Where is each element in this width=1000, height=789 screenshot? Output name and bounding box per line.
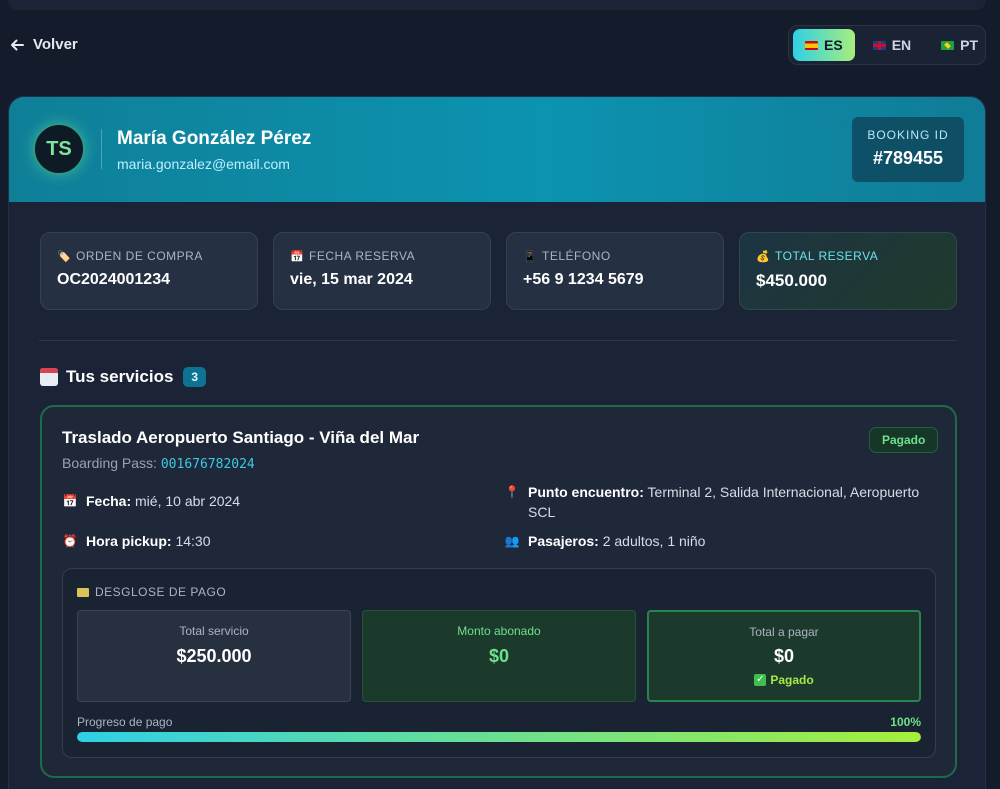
payment-breakdown-title: DESGLOSE DE PAGO xyxy=(95,585,227,599)
brazil-flag-icon xyxy=(941,40,955,50)
tag-icon: 🏷️ xyxy=(57,250,72,263)
calendar-icon: 📅 xyxy=(62,494,78,508)
amount-paid-box: Monto abonado $0 xyxy=(362,610,636,702)
service-meeting-text: Punto encuentro: Terminal 2, Salida Inte… xyxy=(528,482,924,522)
service-title: Traslado Aeropuerto Santiago - Viña del … xyxy=(62,428,420,447)
back-button[interactable]: Volver xyxy=(9,36,78,53)
booking-date-card: 📅 FECHA RESERVA vie, 15 mar 2024 xyxy=(273,232,491,310)
amount-paid-value: $0 xyxy=(488,646,510,666)
booking-card: TS María González Pérez maria.gonzalez@e… xyxy=(8,96,986,789)
purchase-order-value: OC2024001234 xyxy=(57,271,170,288)
payment-breakdown-heading: DESGLOSE DE PAGO xyxy=(77,585,226,599)
service-pickup-time: ⏰ Hora pickup: 14:30 xyxy=(62,531,462,551)
service-date: 📅 Fecha: mié, 10 abr 2024 xyxy=(62,491,462,511)
boarding-pass: Boarding Pass: 001676782024 xyxy=(62,455,255,472)
avatar: TS xyxy=(33,123,85,175)
booking-header: TS María González Pérez maria.gonzalez@e… xyxy=(9,97,985,202)
amount-paid-label: Monto abonado xyxy=(457,624,541,638)
phone-value: +56 9 1234 5679 xyxy=(523,271,644,288)
service-passengers: 👥 Pasajeros: 2 adultos, 1 niño xyxy=(504,531,924,551)
amount-due-box: Total a pagar $0 ✓ Pagado xyxy=(647,610,921,702)
top-bar xyxy=(8,0,986,10)
service-date-label: Fecha: xyxy=(86,493,132,509)
payment-breakdown: DESGLOSE DE PAGO Total servicio $250.000… xyxy=(62,568,936,758)
boarding-pass-code: 001676782024 xyxy=(160,457,255,472)
payment-status: ✓ Pagado xyxy=(649,673,919,687)
calendar-icon: 📅 xyxy=(290,250,305,263)
booking-id-box: BOOKING ID #789455 xyxy=(852,117,964,182)
service-date-value: mié, 10 abr 2024 xyxy=(135,493,241,509)
language-code: PT xyxy=(960,37,979,53)
meeting-point-label: Punto encuentro: xyxy=(528,484,644,500)
back-label: Volver xyxy=(33,36,78,53)
language-code: EN xyxy=(891,37,912,53)
total-booking-card: 💰 TOTAL RESERVA $450.000 xyxy=(739,232,957,310)
total-booking-label-row: 💰 TOTAL RESERVA xyxy=(756,249,940,263)
phone-label: TELÉFONO xyxy=(542,249,611,263)
booking-date-value: vie, 15 mar 2024 xyxy=(290,271,413,288)
pickup-time-label: Hora pickup: xyxy=(86,533,172,549)
booking-date-label: FECHA RESERVA xyxy=(309,249,416,263)
services-heading: Tus servicios 3 xyxy=(40,367,207,387)
customer-email: maria.gonzalez@email.com xyxy=(117,156,290,172)
header-divider xyxy=(101,129,102,169)
pickup-time-value: 14:30 xyxy=(175,533,211,549)
total-service-box: Total servicio $250.000 xyxy=(77,610,351,702)
calendar-icon xyxy=(40,368,58,386)
service-passengers-text: Pasajeros: 2 adultos, 1 niño xyxy=(528,531,705,551)
language-en-button[interactable]: EN xyxy=(861,29,923,61)
service-card: Traslado Aeropuerto Santiago - Viña del … xyxy=(40,405,957,778)
check-icon: ✓ xyxy=(754,674,767,686)
payment-progress-fill xyxy=(77,732,921,742)
passengers-label: Pasajeros: xyxy=(528,533,599,549)
amount-due-value: $0 xyxy=(773,646,795,666)
purchase-order-label-row: 🏷️ ORDEN DE COMPRA xyxy=(57,249,241,263)
purchase-order-label: ORDEN DE COMPRA xyxy=(76,249,203,263)
customer-name: María González Pérez xyxy=(117,128,312,149)
phone-label-row: 📱 TELÉFONO xyxy=(523,249,707,263)
amount-due-label: Total a pagar xyxy=(749,625,819,639)
service-meeting-point: 📍 Punto encuentro: Terminal 2, Salida In… xyxy=(504,482,924,522)
booking-id-label: BOOKING ID xyxy=(867,128,949,142)
purchase-order-card: 🏷️ ORDEN DE COMPRA OC2024001234 xyxy=(40,232,258,310)
total-service-label: Total servicio xyxy=(179,624,249,638)
alarm-clock-icon: ⏰ xyxy=(62,534,78,548)
money-bag-icon: 💰 xyxy=(756,250,771,263)
banknote-icon xyxy=(77,587,89,597)
status-badge: Pagado xyxy=(869,427,939,453)
services-title: Tus servicios xyxy=(66,367,174,386)
location-pin-icon: 📍 xyxy=(504,485,520,499)
section-divider xyxy=(39,340,957,341)
total-service-value: $250.000 xyxy=(176,646,252,666)
phone-icon: 📱 xyxy=(523,250,538,263)
passengers-value: 2 adultos, 1 niño xyxy=(602,533,706,549)
spain-flag-icon xyxy=(805,40,818,50)
total-booking-value: $450.000 xyxy=(756,271,827,290)
services-count-badge: 3 xyxy=(183,367,207,387)
service-pickup-text: Hora pickup: 14:30 xyxy=(86,531,211,551)
total-booking-label: TOTAL RESERVA xyxy=(775,249,879,263)
boarding-pass-label: Boarding Pass: xyxy=(62,455,157,471)
booking-id-value: #789455 xyxy=(872,148,944,168)
service-date-text: Fecha: mié, 10 abr 2024 xyxy=(86,491,240,511)
language-es-button[interactable]: ES xyxy=(793,29,855,61)
arrow-left-icon xyxy=(11,39,24,50)
language-switcher: ES EN PT xyxy=(788,25,986,65)
language-code: ES xyxy=(824,37,843,53)
phone-card: 📱 TELÉFONO +56 9 1234 5679 xyxy=(506,232,724,310)
uk-flag-icon xyxy=(872,40,886,50)
payment-progress-bar xyxy=(77,732,921,742)
payment-status-label: Pagado xyxy=(770,673,814,687)
booking-date-label-row: 📅 FECHA RESERVA xyxy=(290,249,474,263)
people-icon: 👥 xyxy=(504,534,520,548)
progress-percentage: 100% xyxy=(890,715,921,729)
progress-label: Progreso de pago xyxy=(77,715,173,729)
language-pt-button[interactable]: PT xyxy=(929,29,990,61)
